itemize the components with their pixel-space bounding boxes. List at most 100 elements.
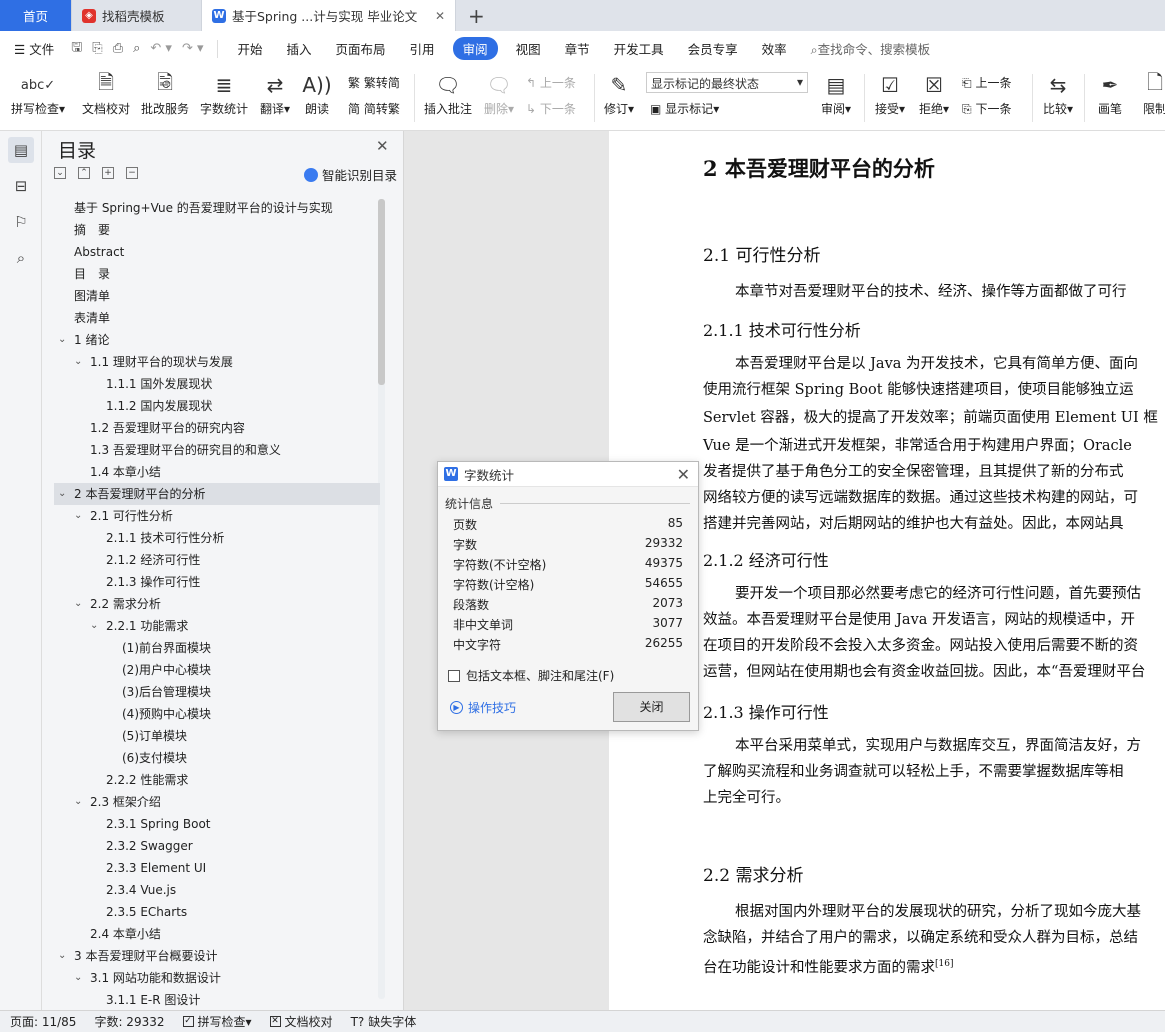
chevron-down-icon[interactable]: ⌄ [74,505,82,527]
markup-mode-select[interactable]: 显示标记的最终状态 ▾ [646,72,808,93]
next-comment-button[interactable]: ↳ 下一条 [526,100,576,117]
toc-item[interactable]: 表清单 [54,307,380,329]
toc-item[interactable]: (3)后台管理模块 [54,681,380,703]
menu-reference[interactable]: 引用 [398,39,447,58]
collapse-all-icon[interactable]: ⌄ [54,167,66,179]
menu-devtools[interactable]: 开发工具 [602,39,676,58]
word-count-button[interactable]: ≣ 字数统计 [199,70,249,117]
toc-item[interactable]: ⌄ 2.2.1 功能需求 [54,615,380,637]
export-icon[interactable]: ⎘ [87,41,107,56]
chevron-down-icon[interactable]: ⌄ [74,967,82,989]
add-heading-icon[interactable]: + [102,167,114,179]
toc-item[interactable]: ⌄ 2.3 框架介绍 [54,791,380,813]
chevron-down-icon[interactable]: ⌄ [58,945,66,967]
command-search[interactable]: ⌕查找命令、搜索模板 [799,39,943,58]
toc-item[interactable]: 3.1.1 E-R 图设计 [54,989,380,1011]
reject-button[interactable]: ☒ 拒绝▾ [916,70,952,117]
review-pane-button[interactable]: ▤ 审阅▾ [816,70,856,117]
menu-insert[interactable]: 插入 [275,39,324,58]
toc-item[interactable]: ⌄ 1 绪论 [54,329,380,351]
show-markup-button[interactable]: ▣ 显示标记▾ [650,100,719,117]
toc-item[interactable]: 1.4 本章小结 [54,461,380,483]
delete-comment-button[interactable]: 🗨 删除▾ [482,70,516,117]
toc-item[interactable]: 2.3.5 ECharts [54,901,380,923]
toc-item[interactable]: (2)用户中心模块 [54,659,380,681]
toc-item[interactable]: ⌄ 2 本吾爱理财平台的分析 [54,483,380,505]
undo-icon[interactable]: ↶ ▾ [145,41,177,56]
close-icon[interactable]: ✕ [677,465,690,484]
tab-document[interactable]: W 基于Spring ...计与实现 毕业论文 ✕ [202,0,456,31]
chevron-down-icon[interactable]: ⌄ [74,593,82,615]
toc-item[interactable]: (5)订单模块 [54,725,380,747]
insert-comment-button[interactable]: 🗨 插入批注 [422,70,474,117]
toc-item[interactable]: 2.3.1 Spring Boot [54,813,380,835]
tab-close-icon[interactable]: ✕ [435,9,445,23]
menu-review[interactable]: 审阅 [452,37,498,60]
menu-view[interactable]: 视图 [504,39,553,58]
toc-item[interactable]: 2.3.3 Element UI [54,857,380,879]
new-tab-button[interactable]: + [456,0,497,31]
doc-proof-toggle[interactable]: ✕ 文档校对 [269,1013,333,1030]
spellcheck-toggle[interactable]: ✓ 拼写检查 ▾ [182,1013,252,1030]
missing-font-button[interactable]: T? 缺失字体 [351,1013,417,1030]
prev-comment-button[interactable]: ↰ 上一条 [526,74,576,91]
toc-item[interactable]: 2.3.4 Vue.js [54,879,380,901]
toc-item[interactable]: 目 录 [54,263,380,285]
word-count-indicator[interactable]: 字数: 29332 [94,1013,164,1030]
toc-item[interactable]: 1.1.2 国内发展现状 [54,395,380,417]
tab-home[interactable]: 首页 [0,0,72,31]
toc-item[interactable]: ⌄ 3 本吾爱理财平台概要设计 [54,945,380,967]
toc-item[interactable]: ⌄ 3.1 网站功能和数据设计 [54,967,380,989]
chapter-nav-icon[interactable]: ⊟ [8,173,34,199]
toc-pane-icon[interactable]: ▤ [8,137,34,163]
toc-item[interactable]: 摘 要 [54,219,380,241]
chevron-down-icon[interactable]: ⌄ [74,791,82,813]
toc-item[interactable]: Abstract [54,241,380,263]
restrict-button[interactable]: 🗋 限制 [1140,70,1165,117]
preview-icon[interactable]: ⌕ [128,41,145,56]
bookmark-icon[interactable]: ⚐ [8,209,34,235]
menu-start[interactable]: 开始 [226,39,275,58]
spellcheck-button[interactable]: abc✓ 拼写检查▾ [10,70,66,117]
compare-button[interactable]: ⇆ 比较▾ [1040,70,1076,117]
toc-item[interactable]: (6)支付模块 [54,747,380,769]
toc-item[interactable]: 2.1.1 技术可行性分析 [54,527,380,549]
review-service-button[interactable]: 🗟 批改服务 [140,70,190,117]
chevron-down-icon[interactable]: ⌄ [58,483,66,505]
page-indicator[interactable]: 页面: 11/85 [10,1013,76,1030]
translate-button[interactable]: ⇄ 翻译▾ [258,70,292,117]
file-menu[interactable]: ☰ 文件 [0,39,66,58]
pen-button[interactable]: ✒ 画笔 [1094,70,1126,117]
toc-item[interactable]: ⌄ 2.1 可行性分析 [54,505,380,527]
next-change-button[interactable]: ⎘ 下一条 [962,100,1011,117]
simp-to-trad-button[interactable]: 简 简转繁 [348,100,400,117]
toc-item[interactable]: 1.3 吾爱理财平台的研究目的和意义 [54,439,380,461]
toc-item[interactable]: (1)前台界面模块 [54,637,380,659]
save-icon[interactable]: 🖫 [66,38,87,60]
menu-chapter[interactable]: 章节 [553,39,602,58]
close-icon[interactable]: ✕ [376,137,389,155]
toc-item[interactable]: 2.2.2 性能需求 [54,769,380,791]
chevron-down-icon[interactable]: ⌄ [74,351,82,373]
track-changes-button[interactable]: ✎ 修订▾ [602,70,636,117]
expand-all-icon[interactable]: ⌃ [78,167,90,179]
menu-layout[interactable]: 页面布局 [324,39,398,58]
citation-ref[interactable]: [16] [935,959,953,969]
toc-item[interactable]: 2.3.2 Swagger [54,835,380,857]
read-aloud-button[interactable]: A)) 朗读 [302,70,332,117]
chevron-down-icon[interactable]: ⌄ [58,329,66,351]
redo-icon[interactable]: ↷ ▾ [177,41,209,56]
dialog-titlebar[interactable]: W 字数统计 ✕ [438,462,698,487]
prev-change-button[interactable]: ⎗ 上一条 [962,74,1011,91]
toc-item[interactable]: 1.1.1 国外发展现状 [54,373,380,395]
search-icon[interactable]: ⌕ [8,245,34,271]
menu-member[interactable]: 会员专享 [676,39,750,58]
doc-proof-button[interactable]: 🗎 文档校对 [80,70,132,117]
trad-to-simp-button[interactable]: 繁 繁转简 [348,74,400,91]
tab-template[interactable]: ◈ 找稻壳模板 [72,0,202,31]
toc-item[interactable]: 2.4 本章小结 [54,923,380,945]
tips-link[interactable]: ▶ 操作技巧 [450,699,516,716]
remove-heading-icon[interactable]: − [126,167,138,179]
close-button[interactable]: 关闭 [613,692,690,722]
toc-item[interactable]: 2.1.2 经济可行性 [54,549,380,571]
